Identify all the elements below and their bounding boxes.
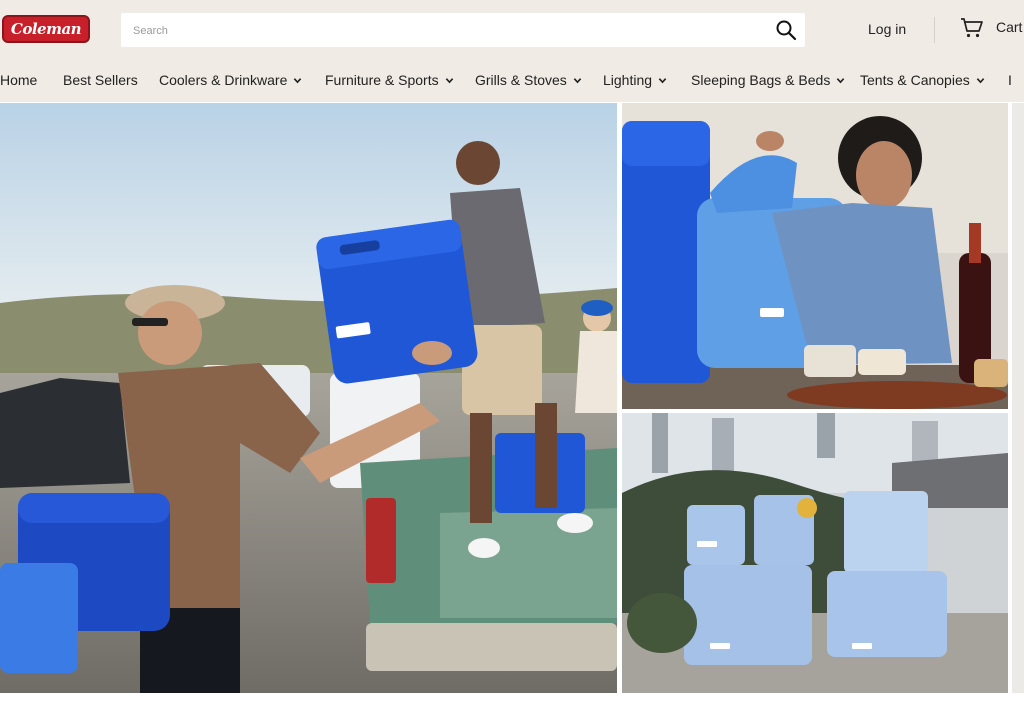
main-nav: Home Best Sellers Coolers & Drinkware Fu…	[0, 72, 1024, 92]
hero-side-bottom-image[interactable]	[622, 413, 1008, 693]
nav-label: Sleeping Bags & Beds	[691, 72, 831, 88]
chevron-down-icon	[573, 77, 582, 83]
nav-item-coolers-drinkware[interactable]: Coolers & Drinkware	[159, 72, 302, 88]
nav-item-grills-stoves[interactable]: Grills & Stoves	[475, 72, 582, 88]
nav-item-furniture-sports[interactable]: Furniture & Sports	[325, 72, 454, 88]
login-link[interactable]: Log in	[868, 21, 906, 37]
light-blue-coolers-rooftop-illustration	[622, 413, 1008, 693]
nav-label: Coolers & Drinkware	[159, 72, 288, 88]
friends-tossing-cooler-illustration	[0, 103, 617, 693]
chevron-down-icon	[976, 77, 984, 83]
nav-item-lighting[interactable]: Lighting	[603, 72, 667, 88]
nav-item-overflow[interactable]: I	[1008, 72, 1012, 88]
logo-text: Coleman	[10, 20, 82, 38]
nav-item-best-sellers[interactable]: Best Sellers	[63, 72, 138, 88]
nav-label: Furniture & Sports	[325, 72, 439, 88]
search-input[interactable]	[131, 13, 755, 49]
site-header: Coleman Log in Cart Home Best Sellers Co…	[0, 0, 1024, 102]
page-right-edge	[1012, 103, 1024, 693]
cart-link[interactable]: Cart	[996, 19, 1022, 35]
header-divider	[934, 17, 935, 43]
nav-label: Grills & Stoves	[475, 72, 567, 88]
nav-label: Best Sellers	[63, 72, 138, 88]
chevron-down-icon	[837, 77, 845, 83]
nav-overflow-marker: I	[1008, 72, 1012, 88]
nav-item-home[interactable]: Home	[0, 72, 37, 88]
chevron-down-icon	[294, 77, 302, 83]
nav-item-tents-canopies[interactable]: Tents & Canopies	[860, 72, 985, 88]
hero-main-image[interactable]	[0, 103, 617, 693]
search-bar	[121, 13, 805, 49]
chevron-down-icon	[445, 77, 453, 83]
nav-label: Tents & Canopies	[860, 72, 970, 88]
cart-icon[interactable]	[960, 16, 984, 40]
man-with-soft-cooler-illustration	[622, 103, 1008, 409]
chevron-down-icon	[658, 77, 667, 83]
nav-label: Lighting	[603, 72, 653, 88]
search-icon[interactable]	[775, 19, 797, 41]
coleman-logo[interactable]: Coleman	[2, 15, 90, 43]
nav-item-sleeping-bags-beds[interactable]: Sleeping Bags & Beds	[691, 72, 845, 88]
hero-side-top-image[interactable]	[622, 103, 1008, 409]
nav-label: Home	[0, 72, 38, 88]
